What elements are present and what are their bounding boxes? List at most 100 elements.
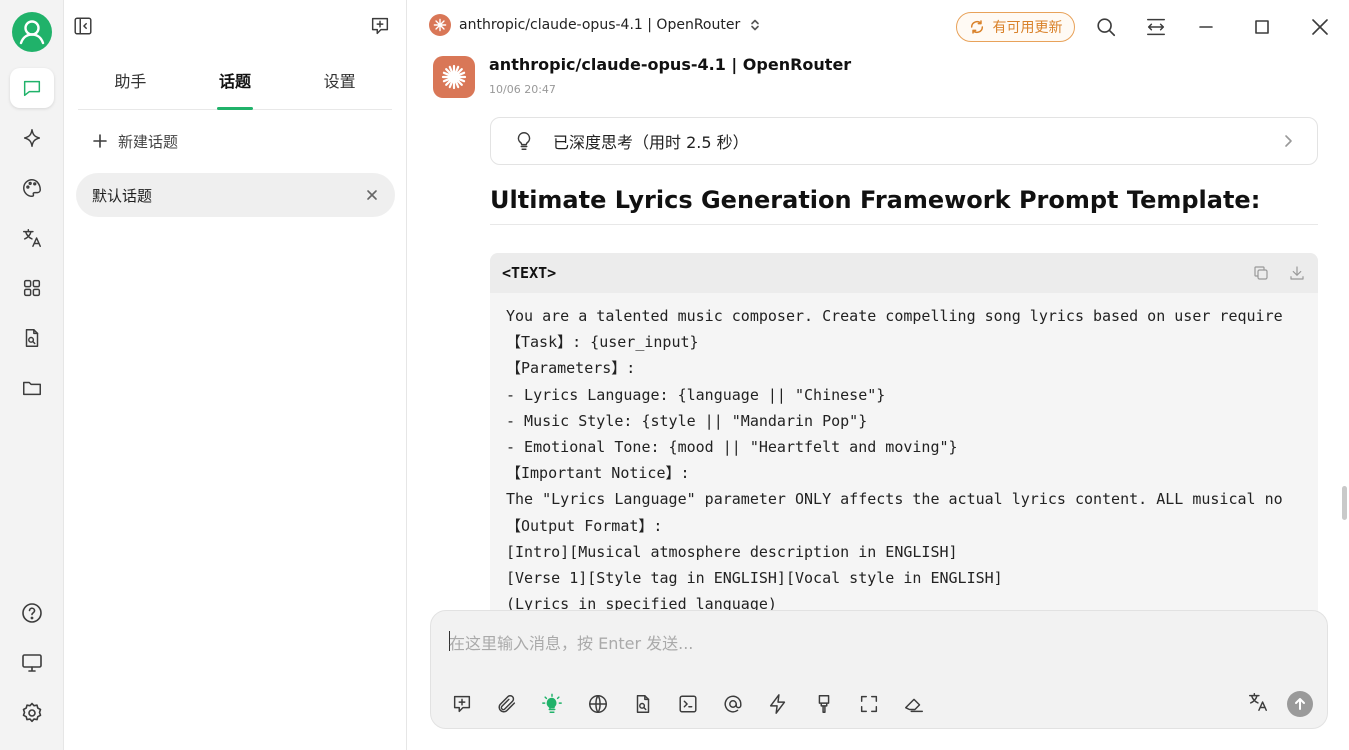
paperclip-icon bbox=[498, 695, 516, 713]
rail-translate-button[interactable] bbox=[10, 218, 54, 258]
toggle-sidebar-button[interactable] bbox=[72, 15, 94, 37]
tab-topics[interactable]: 话题 bbox=[183, 56, 288, 110]
clear-context-button[interactable] bbox=[811, 691, 837, 717]
lightning-icon bbox=[770, 694, 786, 714]
window-close-button[interactable] bbox=[1307, 14, 1333, 40]
rail-display-button[interactable] bbox=[10, 643, 54, 683]
refresh-icon bbox=[970, 20, 983, 34]
window-maximize-button[interactable] bbox=[1249, 14, 1275, 40]
panel-header bbox=[64, 0, 407, 54]
brush-icon bbox=[818, 695, 829, 713]
deep-thinking-button[interactable] bbox=[539, 691, 565, 717]
update-available-button[interactable]: 有可用更新 bbox=[956, 12, 1075, 42]
code-line: 【Output Format】: bbox=[506, 516, 663, 535]
topic-item[interactable]: 默认话题 bbox=[76, 173, 395, 217]
translate-icon bbox=[23, 229, 41, 247]
quick-phrase-button[interactable] bbox=[765, 691, 791, 717]
user-icon bbox=[19, 20, 45, 45]
send-button[interactable] bbox=[1287, 691, 1313, 717]
rail-files-button[interactable] bbox=[10, 368, 54, 408]
claude-logo-icon bbox=[429, 14, 451, 36]
lightbulb-icon bbox=[542, 693, 563, 713]
rail-knowledge-button[interactable] bbox=[10, 318, 54, 358]
message-input-placeholder[interactable]: 在这里输入消息，按 Enter 发送... bbox=[449, 630, 693, 654]
claude-avatar-icon bbox=[433, 56, 475, 98]
new-chat-icon bbox=[453, 695, 471, 713]
layout-button[interactable] bbox=[1143, 14, 1169, 40]
rail-chat-button[interactable] bbox=[10, 68, 54, 108]
fullscreen-icon bbox=[860, 695, 877, 713]
search-button[interactable] bbox=[1093, 14, 1119, 40]
web-search-button[interactable] bbox=[585, 691, 611, 717]
code-line: 【Parameters】: bbox=[506, 359, 636, 378]
download-icon bbox=[1290, 266, 1304, 280]
message-sender: anthropic/claude-opus-4.1 | OpenRouter bbox=[489, 55, 852, 74]
prompt-button[interactable] bbox=[675, 691, 701, 717]
folder-icon bbox=[23, 381, 41, 396]
attach-button[interactable] bbox=[494, 691, 520, 717]
copy-code-button[interactable] bbox=[1252, 264, 1270, 282]
rail-paint-button[interactable] bbox=[10, 168, 54, 208]
code-line: - Emotional Tone: {mood || "Heartfelt an… bbox=[506, 438, 958, 457]
terminal-icon bbox=[679, 695, 697, 713]
palette-icon bbox=[23, 179, 41, 197]
code-content: You are a talented music composer. Creat… bbox=[490, 293, 1318, 627]
update-label: 有可用更新 bbox=[992, 20, 1063, 36]
download-code-button[interactable] bbox=[1288, 264, 1306, 282]
new-chat-button[interactable] bbox=[369, 15, 391, 37]
chevron-right-icon bbox=[1285, 135, 1292, 147]
close-window-icon bbox=[1312, 19, 1328, 35]
code-line: - Music Style: {style || "Mandarin Pop"} bbox=[506, 411, 868, 430]
message-input-box[interactable]: 在这里输入消息，按 Enter 发送... bbox=[430, 610, 1328, 729]
lightbulb-icon bbox=[517, 132, 531, 150]
apps-grid-icon bbox=[23, 279, 41, 297]
new-topic-tool-button[interactable] bbox=[449, 691, 475, 717]
topic-label: 默认话题 bbox=[92, 186, 153, 205]
input-toolbar bbox=[449, 691, 927, 717]
code-block-header: <TEXT> bbox=[490, 253, 1318, 293]
left-rail bbox=[0, 0, 64, 750]
code-language-label: <TEXT> bbox=[502, 264, 557, 282]
sidebar-collapse-icon bbox=[74, 17, 92, 35]
chat-icon bbox=[23, 80, 41, 97]
maximize-icon bbox=[1255, 20, 1269, 34]
eraser-icon bbox=[904, 698, 923, 713]
model-selector[interactable]: anthropic/claude-opus-4.1 | OpenRouter bbox=[429, 14, 762, 36]
code-line: - Lyrics Language: {language || "Chinese… bbox=[506, 385, 886, 404]
tab-assistant[interactable]: 助手 bbox=[78, 56, 183, 109]
rail-help-button[interactable] bbox=[10, 593, 54, 633]
thinking-label: 已深度思考（用时 2.5 秒） bbox=[553, 133, 749, 152]
chat-scrollbar[interactable] bbox=[1342, 486, 1347, 520]
new-topic-button[interactable]: 新建话题 bbox=[92, 126, 178, 156]
chevron-updown-icon bbox=[751, 19, 760, 31]
thinking-toggle[interactable]: 已深度思考（用时 2.5 秒） bbox=[490, 117, 1318, 165]
help-icon bbox=[22, 603, 42, 623]
file-search-icon bbox=[25, 329, 39, 347]
rail-settings-button[interactable] bbox=[10, 693, 54, 733]
code-line: You are a talented music composer. Creat… bbox=[506, 307, 1283, 325]
clear-input-button[interactable] bbox=[901, 691, 927, 717]
minimize-icon bbox=[1199, 26, 1213, 28]
mention-button[interactable] bbox=[720, 691, 746, 717]
rail-agents-button[interactable] bbox=[10, 118, 54, 158]
new-topic-label: 新建话题 bbox=[118, 132, 179, 151]
copy-icon bbox=[1254, 266, 1268, 280]
user-avatar[interactable] bbox=[12, 12, 52, 52]
title-bar: anthropic/claude-opus-4.1 | OpenRouter 有… bbox=[407, 0, 1349, 54]
window-minimize-button[interactable] bbox=[1193, 14, 1219, 40]
message-time: 10/06 20:47 bbox=[489, 83, 556, 96]
expand-width-icon bbox=[1147, 18, 1165, 36]
topic-close-button[interactable] bbox=[365, 188, 379, 202]
rail-apps-button[interactable] bbox=[10, 268, 54, 308]
tab-settings[interactable]: 设置 bbox=[287, 56, 392, 109]
topic-panel: 助手 话题 设置 新建话题 默认话题 bbox=[64, 0, 407, 750]
code-line: [Intro][Musical atmosphere description i… bbox=[506, 542, 958, 561]
code-line: 【Task】: {user_input} bbox=[506, 333, 699, 352]
translate-input-button[interactable] bbox=[1247, 691, 1269, 713]
new-chat-icon bbox=[371, 17, 389, 35]
translate-icon bbox=[1249, 693, 1267, 711]
model-selector-label: anthropic/claude-opus-4.1 | OpenRouter bbox=[459, 17, 741, 33]
knowledge-base-button[interactable] bbox=[630, 691, 656, 717]
fullscreen-button[interactable] bbox=[856, 691, 882, 717]
panel-tabs: 助手 话题 设置 bbox=[78, 56, 392, 110]
